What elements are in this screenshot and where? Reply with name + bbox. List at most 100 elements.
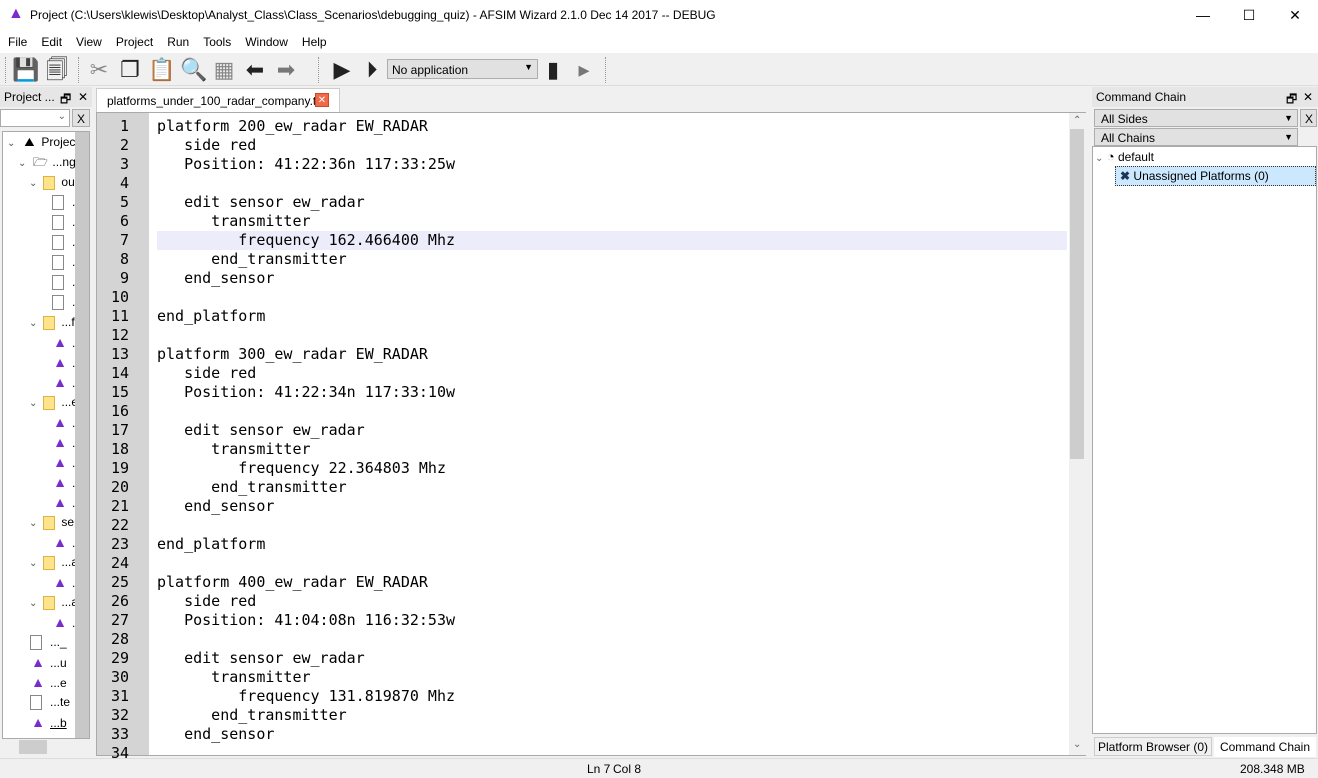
save-icon[interactable]: 💾 — [12, 57, 39, 83]
cut-icon[interactable]: ✂ — [86, 57, 112, 83]
code-line[interactable]: Position: 41:04:08n 116:32:53w — [157, 611, 455, 630]
tree-item[interactable]: ⌄ ...e — [29, 392, 78, 412]
tree-item[interactable]: ...te — [18, 692, 70, 712]
find-in-files-icon[interactable]: ▦ — [211, 57, 237, 83]
tree-item[interactable]: ⌄ ...a — [29, 552, 78, 572]
menu-project[interactable]: Project — [108, 31, 159, 49]
wizard-hat-icon: ▲ — [53, 354, 67, 370]
clear-filter-button[interactable]: X — [72, 109, 90, 127]
line-number: 20 — [110, 478, 129, 496]
tree-item[interactable]: ⌄ 🗁 ...ng_ — [18, 152, 82, 172]
project-filter-input[interactable]: ⌄ — [0, 109, 70, 127]
run-debug-icon[interactable]: ⏵ — [359, 57, 385, 83]
code-line[interactable]: frequency 22.364803 Mhz — [157, 459, 446, 478]
tree-item[interactable]: ▲ ...e — [18, 672, 67, 692]
scroll-down-icon[interactable]: ⌄ — [1073, 739, 1081, 750]
scroll-thumb[interactable] — [1070, 129, 1084, 459]
application-select[interactable]: No application ▼ — [387, 59, 538, 79]
wizard-hat-icon: ▲ — [53, 474, 67, 490]
find-icon[interactable]: 🔍 — [180, 57, 207, 83]
line-number: 11 — [110, 307, 129, 325]
xy-plot-icon[interactable]: ▸ — [571, 57, 597, 83]
back-arrow-icon[interactable]: ⬅ — [242, 57, 268, 83]
chart-icon[interactable]: ▮ — [540, 57, 566, 83]
code-line[interactable]: platform 300_ew_radar EW_RADAR — [157, 345, 428, 364]
code-line[interactable]: Position: 41:22:36n 117:33:25w — [157, 155, 455, 174]
sides-select[interactable]: All Sides ▼ — [1094, 109, 1298, 127]
tree-item[interactable]: ⌄ ...a — [29, 592, 78, 612]
paste-icon[interactable]: 📋 — [148, 57, 175, 83]
float-icon[interactable]: 🗗 — [60, 90, 71, 111]
copy-icon[interactable]: ❐ — [117, 57, 143, 83]
code-line[interactable]: end_sensor — [157, 269, 274, 288]
file-text-icon — [30, 635, 42, 651]
code-line[interactable]: end_platform — [157, 535, 265, 554]
minimize-button[interactable]: — — [1180, 0, 1226, 31]
close-button[interactable]: ✕ — [1272, 0, 1318, 31]
menu-tools[interactable]: Tools — [195, 31, 237, 49]
tree-item[interactable]: ⌄ out — [29, 172, 78, 192]
menu-window[interactable]: Window — [237, 31, 294, 49]
toolbar-separator — [318, 57, 321, 83]
close-tab-icon[interactable]: ✕ — [315, 93, 329, 107]
tree-item[interactable]: ⌄ ser — [29, 512, 78, 532]
float-icon[interactable]: 🗗 — [1286, 90, 1297, 111]
tree-item[interactable]: ..._ — [18, 632, 67, 652]
code-line[interactable]: edit sensor ew_radar — [157, 193, 365, 212]
menu-help[interactable]: Help — [294, 31, 333, 49]
line-number: 6 — [119, 212, 129, 230]
code-line[interactable]: end_sensor — [157, 497, 274, 516]
code-line[interactable]: edit sensor ew_radar — [157, 421, 365, 440]
code-line[interactable]: edit sensor ew_radar — [157, 649, 365, 668]
code-line[interactable]: transmitter — [157, 440, 310, 459]
wizard-hat-icon: ▲ — [53, 614, 67, 630]
code-line[interactable]: side red — [157, 592, 256, 611]
code-line[interactable]: transmitter — [157, 212, 310, 231]
menu-run[interactable]: Run — [159, 31, 195, 49]
maximize-button[interactable]: ☐ — [1226, 0, 1272, 31]
tab-command-chain[interactable]: Command Chain — [1214, 737, 1316, 757]
folder-icon — [43, 315, 56, 330]
scroll-up-icon[interactable]: ⌃ — [1073, 115, 1081, 126]
menu-file[interactable]: File — [0, 31, 33, 49]
close-icon[interactable]: ✕ — [1303, 90, 1313, 104]
editor-vertical-scrollbar[interactable]: ⌃ ⌄ — [1069, 113, 1086, 755]
code-line[interactable]: platform 400_ew_radar EW_RADAR — [157, 573, 428, 592]
forward-arrow-icon[interactable]: ➡ — [273, 57, 299, 83]
tree-item[interactable]: ▲ ...b — [18, 712, 67, 732]
scroll-thumb[interactable] — [19, 740, 47, 754]
tree-node-default[interactable]: ⌄ ◔ default — [1095, 147, 1154, 167]
code-line[interactable]: end_transmitter — [157, 478, 346, 497]
code-editor[interactable]: 1 2 3 4 5 6 7 8 9 10 11 12 13 14 15 16 17 18 19 20 21 22 23 24 2… — [96, 112, 1086, 762]
run-icon[interactable]: ▶ — [329, 57, 355, 83]
menu-view[interactable]: View — [68, 31, 108, 49]
tree-vertical-scrollbar[interactable] — [75, 132, 89, 738]
code-line[interactable]: side red — [157, 136, 256, 155]
code-line[interactable]: end_transmitter — [157, 250, 346, 269]
folder-icon — [43, 595, 56, 610]
close-icon[interactable]: ✕ — [78, 90, 88, 104]
code-line[interactable]: platform 200_ew_radar EW_RADAR — [157, 117, 428, 136]
menu-edit[interactable]: Edit — [33, 31, 68, 49]
code-line[interactable]: frequency 162.466400 Mhz — [157, 231, 455, 250]
chains-select[interactable]: All Chains ▼ — [1094, 128, 1298, 146]
clear-sides-button[interactable]: X — [1300, 109, 1317, 127]
tree-node-unassigned[interactable]: ✖ Unassigned Platforms (0) — [1115, 166, 1316, 186]
tab-platform-browser[interactable]: Platform Browser (0) — [1094, 737, 1212, 756]
save-all-icon[interactable]: 🗐 — [44, 57, 70, 83]
code-line[interactable]: end_transmitter — [157, 706, 346, 725]
code-line[interactable]: transmitter — [157, 668, 310, 687]
tree-item[interactable]: ▲ ...u — [18, 652, 67, 672]
chevron-down-icon: ⌄ — [57, 111, 66, 122]
code-line[interactable]: frequency 131.819870 Mhz — [157, 687, 455, 706]
tab-label: platforms_under_100_radar_company.txt — [107, 94, 326, 108]
panel-title: Command Chain — [1096, 90, 1187, 104]
tree-item[interactable]: ⌄ ...fo — [29, 312, 81, 332]
code-line[interactable]: end_sensor — [157, 725, 274, 744]
code-line[interactable]: side red — [157, 364, 256, 383]
tree-item[interactable]: ⌄ ⛰ Project — [7, 132, 79, 152]
tree-horizontal-scrollbar[interactable] — [3, 739, 89, 755]
code-line[interactable]: end_platform — [157, 307, 265, 326]
code-line[interactable]: Position: 41:22:34n 117:33:10w — [157, 383, 455, 402]
tab-editor-file[interactable]: platforms_under_100_radar_company.txt ✕ — [96, 88, 340, 112]
